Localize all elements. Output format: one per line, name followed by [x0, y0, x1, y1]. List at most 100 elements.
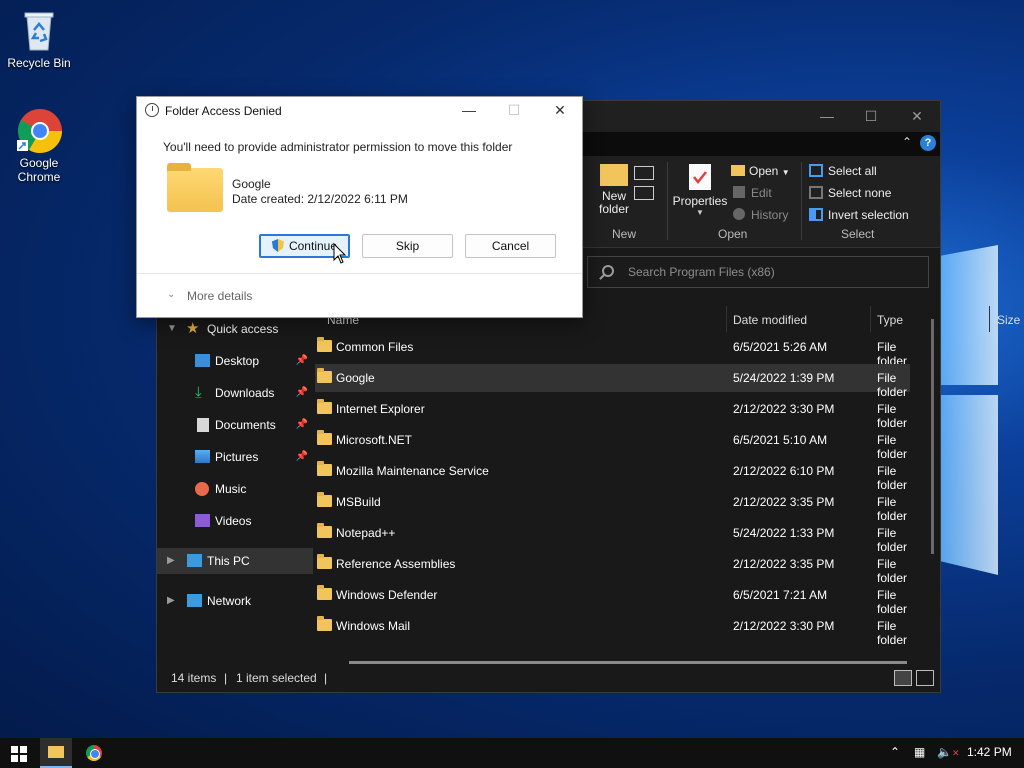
file-row[interactable]: Mozilla Maintenance Service 2/12/2022 6:…	[315, 457, 910, 492]
start-button[interactable]	[11, 746, 27, 762]
file-date: 6/5/2021 5:10 AM	[733, 433, 828, 447]
history-button[interactable]: History	[733, 208, 788, 222]
select-all-label: Select all	[828, 164, 877, 178]
file-name: Internet Explorer	[336, 402, 425, 416]
close-button[interactable]: ✕	[907, 107, 927, 125]
dialog-maximize-button[interactable]: ☐	[500, 100, 528, 120]
dialog-close-button[interactable]: ✕	[546, 100, 574, 120]
select-all-icon	[809, 164, 823, 177]
file-name: Windows Mail	[336, 619, 411, 633]
collapse-ribbon-icon[interactable]: ⌃	[902, 135, 912, 149]
recycle-bin-shortcut[interactable]: Recycle Bin	[4, 8, 74, 70]
folder-icon	[317, 616, 332, 631]
nav-quick-access[interactable]: ▼ ★ Quick access	[157, 316, 313, 342]
expand-icon[interactable]: ▶	[167, 588, 175, 614]
file-row[interactable]: Windows Mail 2/12/2022 3:30 PM File fold…	[315, 612, 910, 647]
properties-dropdown-icon[interactable]: ▼	[672, 208, 728, 217]
taskbar-file-explorer[interactable]	[40, 738, 72, 768]
new-folder-icon	[600, 164, 628, 186]
network-tray-icon[interactable]: ▦	[914, 745, 925, 759]
help-icon[interactable]: ?	[920, 135, 936, 151]
file-name: Reference Assemblies	[336, 557, 456, 571]
folder-icon	[317, 523, 332, 538]
file-row[interactable]: Reference Assemblies 2/12/2022 3:35 PM F…	[315, 550, 910, 585]
properties-label: Properties	[672, 194, 728, 208]
file-row[interactable]: Windows Defender 6/5/2021 7:21 AM File f…	[315, 581, 910, 616]
file-row-selected[interactable]: Google 5/24/2022 1:39 PM File folder	[315, 364, 910, 399]
select-none-button[interactable]: Select none	[809, 186, 891, 200]
expand-icon[interactable]: ▶	[167, 548, 175, 574]
nav-desktop[interactable]: Desktop 📌	[157, 348, 313, 374]
folder-name: Google	[232, 177, 271, 191]
new-group-label: New	[612, 227, 637, 241]
clock-icon	[145, 103, 159, 117]
file-row[interactable]: MSBuild 2/12/2022 3:35 PM File folder	[315, 488, 910, 523]
recycle-bin-label: Recycle Bin	[7, 56, 71, 70]
nav-documents[interactable]: Documents 📌	[157, 412, 313, 438]
column-size[interactable]: Size	[997, 313, 1020, 327]
maximize-button[interactable]: ☐	[861, 107, 881, 125]
open-button[interactable]: Open ▼	[731, 164, 790, 178]
nav-label: Network	[207, 594, 252, 608]
navigation-pane: ▼ ★ Quick access Desktop 📌 ⤓ Downloads 📌…	[157, 316, 315, 666]
folder-icon	[317, 337, 332, 352]
expand-icon[interactable]: ▼	[167, 316, 177, 342]
nav-label: Quick access	[207, 322, 279, 336]
google-chrome-label: Google Chrome	[17, 156, 61, 184]
nav-label: Music	[215, 482, 247, 496]
vertical-scrollbar[interactable]	[931, 319, 934, 554]
file-date: 2/12/2022 6:10 PM	[733, 464, 835, 478]
uac-shield-icon	[271, 239, 284, 252]
google-chrome-shortcut[interactable]: Google Chrome	[4, 108, 74, 184]
select-none-icon	[809, 186, 823, 199]
properties-button[interactable]: Properties ▼	[672, 164, 728, 217]
nav-network[interactable]: ▶ Network	[157, 588, 313, 614]
cancel-button[interactable]: Cancel	[465, 234, 556, 258]
column-type[interactable]: Type	[877, 313, 903, 327]
tray-overflow-icon[interactable]: ⌃	[890, 745, 900, 759]
skip-button[interactable]: Skip	[362, 234, 453, 258]
file-date: 2/12/2022 3:35 PM	[733, 495, 835, 509]
network-icon	[187, 594, 202, 607]
invert-selection-button[interactable]: Invert selection	[809, 208, 909, 222]
nav-pictures[interactable]: Pictures 📌	[157, 444, 313, 470]
continue-label: Continue	[288, 239, 338, 253]
clock[interactable]: 1:42 PM	[967, 745, 1012, 759]
more-details-link[interactable]: More details	[187, 289, 252, 303]
file-row[interactable]: Internet Explorer 2/12/2022 3:30 PM File…	[315, 395, 910, 430]
copy-path-icon[interactable]	[634, 166, 654, 180]
column-date-modified[interactable]: Date modified	[733, 313, 807, 327]
status-separator: |	[324, 671, 328, 685]
file-row[interactable]: Microsoft.NET 6/5/2021 5:10 AM File fold…	[315, 426, 910, 461]
minimize-button[interactable]: —	[817, 107, 837, 125]
file-name: Google	[336, 371, 375, 385]
folder-icon	[317, 585, 332, 600]
select-none-label: Select none	[828, 186, 892, 200]
file-row[interactable]: Common Files 6/5/2021 5:26 AM File folde…	[315, 333, 910, 368]
nav-music[interactable]: Music	[157, 476, 313, 502]
file-date: 2/12/2022 3:30 PM	[733, 402, 835, 416]
select-all-button[interactable]: Select all	[809, 164, 877, 178]
paste-shortcut-icon[interactable]	[634, 186, 654, 200]
file-row[interactable]: Notepad++ 5/24/2022 1:33 PM File folder	[315, 519, 910, 554]
nav-videos[interactable]: Videos	[157, 508, 313, 534]
search-input[interactable]: Search Program Files (x86)	[587, 256, 929, 288]
dialog-title: Folder Access Denied	[165, 104, 282, 118]
nav-label: Pictures	[215, 450, 259, 464]
dialog-divider	[137, 273, 582, 274]
chevron-down-icon[interactable]: ⌄	[167, 289, 175, 300]
dialog-minimize-button[interactable]: —	[455, 100, 483, 120]
volume-muted-icon[interactable]: 🔈✕	[937, 745, 960, 759]
folder-access-denied-dialog: Folder Access Denied — ☐ ✕ You'll need t…	[136, 96, 583, 318]
nav-this-pc[interactable]: ▶ This PC	[157, 548, 313, 574]
file-date: 5/24/2022 1:39 PM	[733, 371, 835, 385]
new-folder-button[interactable]: New folder	[594, 164, 634, 216]
taskbar-chrome-icon[interactable]	[86, 745, 102, 761]
edit-button[interactable]: Edit	[733, 186, 772, 200]
large-icons-view-button[interactable]	[916, 670, 934, 686]
new-folder-label: New folder	[598, 189, 630, 216]
details-view-button[interactable]	[894, 670, 912, 686]
pictures-icon	[195, 450, 210, 463]
nav-downloads[interactable]: ⤓ Downloads 📌	[157, 380, 313, 406]
folder-icon	[317, 368, 332, 383]
